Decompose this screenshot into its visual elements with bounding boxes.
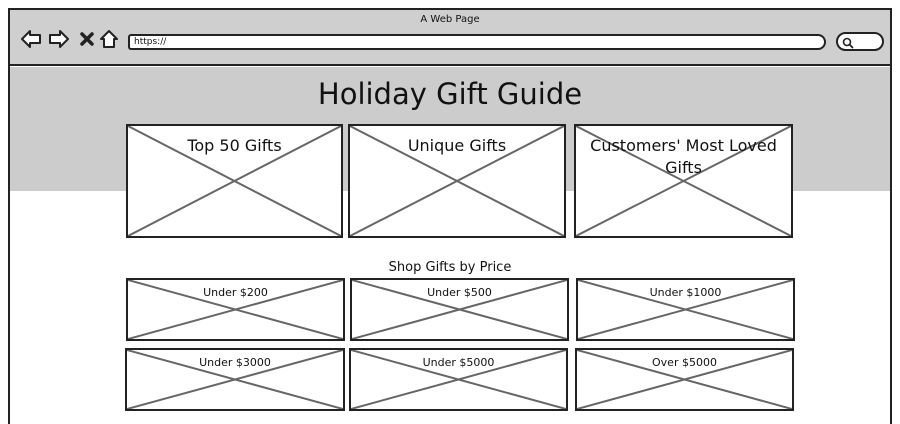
url-input[interactable]: https:// <box>128 34 826 50</box>
featured-tile-top-50[interactable]: Top 50 Gifts <box>126 124 343 238</box>
price-tile-label: Under $200 <box>203 286 268 299</box>
back-icon[interactable] <box>20 28 42 50</box>
featured-tile-unique[interactable]: Unique Gifts <box>348 124 566 238</box>
price-tile-label: Over $5000 <box>652 356 717 369</box>
window-title: A Web Page <box>420 14 480 25</box>
featured-tile-label: Customers' Most Loved Gifts <box>590 136 777 177</box>
price-tile-label: Under $5000 <box>422 356 495 369</box>
search-icon <box>842 37 854 49</box>
price-tile-under-500[interactable]: Under $500 <box>350 278 569 341</box>
browser-window: A Web Page https:// Holiday Gift Guide T… <box>8 8 892 424</box>
browser-toolbar: A Web Page https:// <box>10 10 890 66</box>
search-button[interactable] <box>836 32 884 51</box>
featured-tile-label: Unique Gifts <box>407 136 507 155</box>
price-tile-under-200[interactable]: Under $200 <box>126 278 345 341</box>
price-tile-under-5000[interactable]: Under $5000 <box>349 348 568 411</box>
price-tile-label: Under $500 <box>427 286 492 299</box>
home-icon[interactable] <box>98 28 120 50</box>
price-tile-label: Under $3000 <box>199 356 271 369</box>
price-tile-under-1000[interactable]: Under $1000 <box>576 278 795 341</box>
price-tile-under-3000[interactable]: Under $3000 <box>125 348 345 411</box>
price-section-heading: Shop Gifts by Price <box>388 260 512 275</box>
forward-icon[interactable] <box>48 28 70 50</box>
price-tile-label: Under $1000 <box>649 286 722 299</box>
featured-tile-most-loved[interactable]: Customers' Most Loved Gifts <box>574 124 793 238</box>
featured-tile-label: Top 50 Gifts <box>187 136 282 155</box>
close-icon[interactable] <box>76 28 98 50</box>
page-title: Holiday Gift Guide <box>317 77 583 111</box>
price-tile-over-5000[interactable]: Over $5000 <box>575 348 794 411</box>
